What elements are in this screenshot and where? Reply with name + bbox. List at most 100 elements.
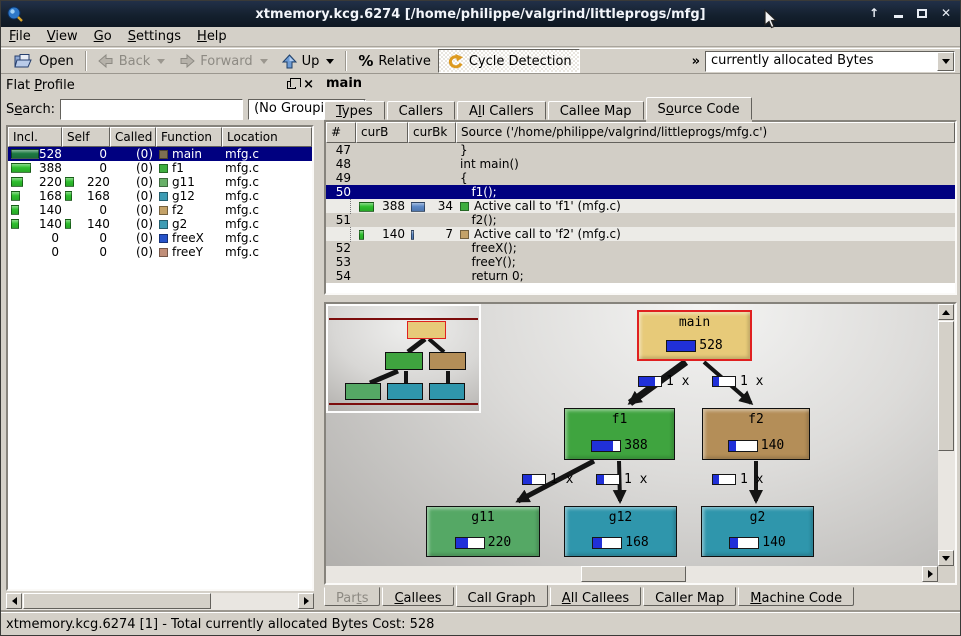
edge-label-f2-g2: 1 x — [712, 472, 763, 487]
function-row[interactable]: 528 0 (0) main mfg.c — [8, 147, 312, 161]
forward-button[interactable]: Forward — [172, 49, 274, 73]
tab-parts[interactable]: Parts — [324, 587, 380, 606]
horizontal-splitter[interactable] — [323, 295, 959, 302]
graph-node-f2[interactable]: f2 140 — [702, 408, 810, 460]
column-curb[interactable]: curB — [356, 122, 408, 143]
dock-float-icon[interactable] — [287, 81, 296, 89]
tab-caller-map[interactable]: Caller Map — [643, 587, 736, 606]
maximize-window-icon[interactable] — [914, 5, 930, 21]
cycle-detection-toggle-button[interactable]: Cycle Detection — [438, 49, 580, 73]
combo-dropdown-button[interactable] — [937, 52, 954, 71]
column-self[interactable]: Self — [62, 127, 110, 147]
back-button[interactable]: Back — [91, 49, 173, 73]
node-cost-bar — [729, 537, 759, 549]
cycle-arrow-icon — [446, 54, 464, 69]
search-input[interactable] — [60, 99, 243, 120]
source-row[interactable]: 51 f2(); — [326, 213, 955, 227]
column-called[interactable]: Called — [110, 127, 156, 147]
function-row[interactable]: 388 0 (0) f1 mfg.c — [8, 161, 312, 175]
tab-all-callers[interactable]: All Callers — [457, 101, 546, 120]
function-row[interactable]: 220 220 (0) g11 mfg.c — [8, 175, 312, 189]
graph-node-f1[interactable]: f1 388 — [564, 408, 675, 460]
flat-profile-hscrollbar[interactable] — [6, 593, 314, 610]
function-row[interactable]: 0 0 (0) freeX mfg.c — [8, 231, 312, 245]
top-tab-bar: Types Callers All Callers Callee Map Sou… — [324, 97, 959, 120]
graph-node-g11[interactable]: g11 220 — [426, 506, 540, 557]
up-button[interactable]: Up — [275, 49, 342, 73]
dock-titlebar[interactable]: Flat Profile × — [6, 76, 314, 94]
scroll-right-icon[interactable] — [922, 566, 938, 582]
function-list-header: Incl. Self Called Function Location — [8, 127, 312, 147]
menu-view[interactable]: View — [39, 28, 86, 45]
toolbar-overflow-chevron[interactable]: » — [687, 54, 705, 69]
column-curbk[interactable]: curBk — [408, 122, 456, 143]
menu-go[interactable]: Go — [86, 28, 120, 45]
graph-node-g2[interactable]: g2 140 — [701, 506, 814, 557]
chevron-down-icon — [942, 59, 950, 64]
tab-source-code[interactable]: Source Code — [646, 97, 752, 120]
minimap-node-g2 — [429, 383, 465, 400]
minimap-node-f1 — [385, 352, 423, 370]
event-type-combobox[interactable]: currently allocated Bytes — [705, 51, 955, 72]
minimize-window-icon[interactable] — [890, 5, 906, 21]
graph-node-g12[interactable]: g12 168 — [564, 506, 677, 557]
tab-callee-map[interactable]: Callee Map — [548, 101, 644, 120]
scrollbar-thumb[interactable] — [581, 566, 686, 582]
function-row[interactable]: 140 0 (0) f2 mfg.c — [8, 203, 312, 217]
source-row[interactable]: 53 freeY(); — [326, 255, 955, 269]
function-row[interactable]: 140 140 (0) g2 mfg.c — [8, 217, 312, 231]
active-call-row[interactable]: 140 7 Active call to 'f2' (mfg.c) — [326, 227, 955, 241]
column-incl[interactable]: Incl. — [8, 127, 62, 147]
node-label: f2 — [748, 412, 764, 427]
tab-callers[interactable]: Callers — [387, 101, 455, 120]
scroll-down-icon[interactable] — [938, 550, 954, 566]
source-row[interactable]: 49{ — [326, 171, 955, 185]
scroll-right-icon[interactable] — [298, 593, 314, 609]
function-color-icon — [159, 178, 168, 187]
menu-help[interactable]: Help — [189, 28, 235, 45]
source-row[interactable]: 54 return 0; — [326, 269, 955, 283]
column-source[interactable]: Source ('/home/philippe/valgrind/littlep… — [456, 122, 955, 143]
menu-settings[interactable]: Settings — [120, 28, 189, 45]
edge-label-f1-g12: 1 x — [596, 472, 647, 487]
source-row[interactable]: 48int main() — [326, 157, 955, 171]
status-text: xtmemory.kcg.6274 [1] - Total currently … — [6, 617, 434, 632]
menu-file[interactable]: File — [1, 28, 39, 45]
graph-node-main[interactable]: main 528 — [637, 310, 752, 361]
graph-vscrollbar[interactable] — [938, 304, 955, 566]
graph-hscrollbar[interactable] — [326, 566, 938, 583]
main-toolbar: Open Back Forward Up % — [1, 48, 960, 74]
dock-close-icon[interactable]: × — [303, 80, 314, 90]
scrollbar-thumb[interactable] — [938, 321, 954, 451]
function-row[interactable]: 0 0 (0) freeY mfg.c — [8, 245, 312, 259]
tab-callees[interactable]: Callees — [382, 587, 453, 606]
relative-toggle-button[interactable]: % Relative — [351, 49, 437, 73]
tab-all-callees[interactable]: All Callees — [550, 587, 641, 606]
function-row[interactable]: 168 168 (0) g12 mfg.c — [8, 189, 312, 203]
scrollbar-thumb[interactable] — [23, 593, 211, 609]
minimap-node-f2 — [429, 352, 466, 370]
close-window-icon[interactable]: ✕ — [938, 5, 954, 21]
open-folder-icon — [14, 54, 34, 69]
tab-call-graph[interactable]: Call Graph — [456, 585, 548, 607]
scroll-up-icon[interactable] — [938, 304, 954, 320]
open-button[interactable]: Open — [7, 49, 81, 73]
source-row-selected[interactable]: 50 f1(); — [326, 185, 955, 199]
column-function[interactable]: Function — [156, 127, 222, 147]
column-line[interactable]: # — [326, 122, 356, 143]
scroll-left-icon[interactable] — [6, 593, 22, 609]
shade-window-icon[interactable]: ↑ — [866, 5, 882, 21]
forward-label: Forward — [200, 54, 252, 69]
source-row[interactable]: 52 freeX(); — [326, 241, 955, 255]
active-call-row[interactable]: 388 34 Active call to 'f1' (mfg.c) — [326, 199, 955, 213]
event-type-value: currently allocated Bytes — [706, 52, 937, 71]
graph-overview-minimap[interactable] — [326, 304, 481, 413]
edge-label-main-f2: 1 x — [712, 374, 763, 389]
call-graph-canvas[interactable]: main 528 f1 388 f2 140 g11 220 g12 168 — [326, 304, 938, 566]
column-location[interactable]: Location — [222, 127, 312, 147]
tab-machine-code[interactable]: Machine Code — [738, 587, 854, 606]
node-cost: 168 — [625, 535, 648, 550]
function-color-icon — [159, 248, 168, 257]
tab-types[interactable]: Types — [324, 101, 385, 120]
source-row[interactable]: 47} — [326, 143, 955, 157]
